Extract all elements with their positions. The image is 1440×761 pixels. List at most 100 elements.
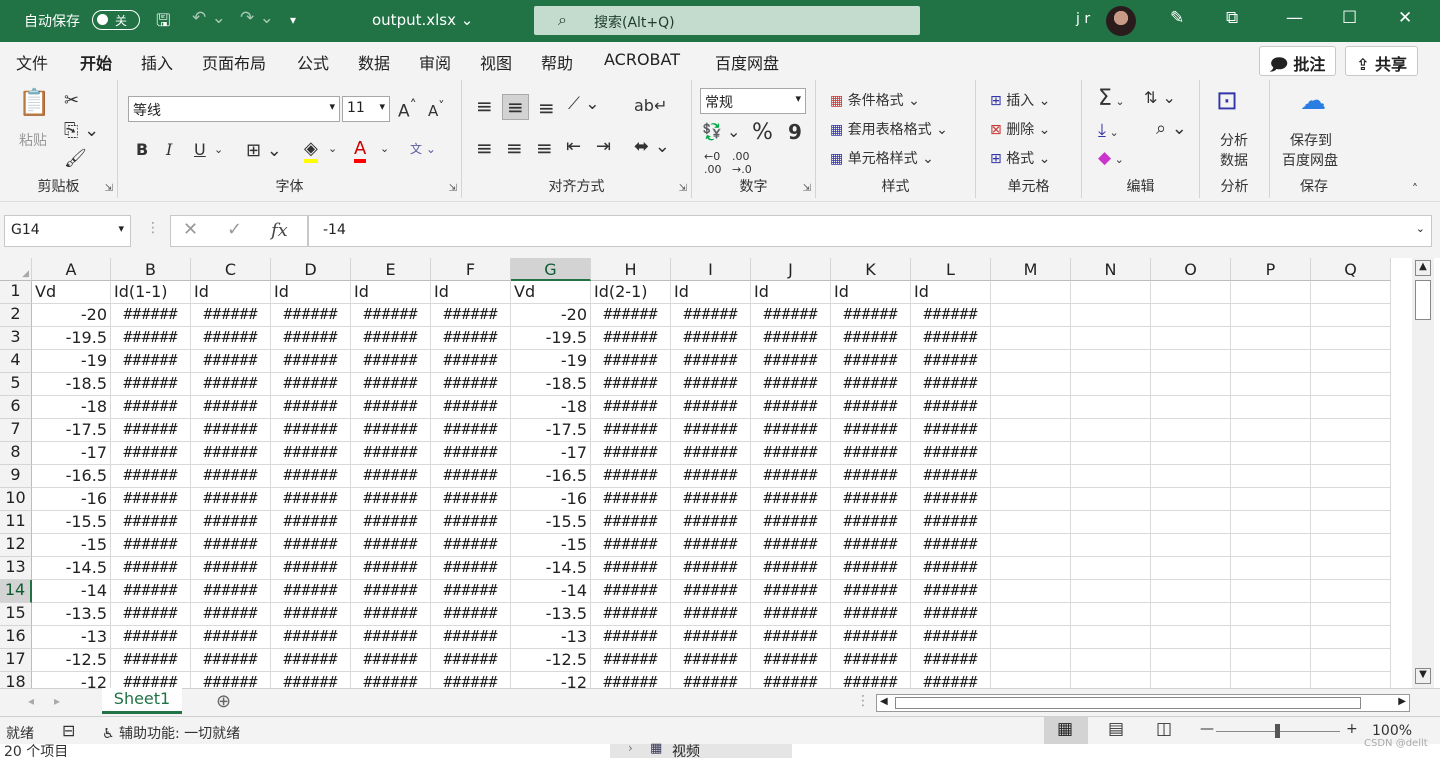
value-cell[interactable]: ###### bbox=[351, 534, 431, 557]
value-cell[interactable]: ###### bbox=[351, 603, 431, 626]
scroll-thumb[interactable] bbox=[1415, 280, 1431, 320]
cell[interactable] bbox=[991, 603, 1071, 626]
value-cell[interactable]: ###### bbox=[191, 396, 271, 419]
vd-cell[interactable]: -16 bbox=[32, 488, 111, 511]
value-cell[interactable]: ###### bbox=[671, 350, 751, 373]
value-cell[interactable]: ###### bbox=[271, 603, 351, 626]
cell[interactable] bbox=[991, 396, 1071, 419]
value-cell[interactable]: ###### bbox=[111, 304, 191, 327]
column-header[interactable]: P bbox=[1231, 258, 1311, 281]
cell[interactable] bbox=[1071, 442, 1151, 465]
chevron-down-icon[interactable]: ⌄ bbox=[328, 142, 337, 155]
value-cell[interactable]: ###### bbox=[431, 465, 511, 488]
cell[interactable] bbox=[1071, 488, 1151, 511]
cell[interactable] bbox=[991, 373, 1071, 396]
value-cell[interactable]: ###### bbox=[591, 419, 671, 442]
launcher-icon[interactable]: ⇲ bbox=[803, 183, 811, 194]
comma-button[interactable]: 9 bbox=[788, 120, 802, 144]
cell[interactable] bbox=[1311, 396, 1391, 419]
cell[interactable] bbox=[1071, 603, 1151, 626]
launcher-icon[interactable]: ⇲ bbox=[449, 183, 457, 194]
cell[interactable] bbox=[1151, 672, 1231, 688]
row-header[interactable]: 13 bbox=[0, 557, 32, 580]
horizontal-scrollbar[interactable]: ◀ ▶ bbox=[876, 694, 1410, 712]
cell[interactable] bbox=[1151, 327, 1231, 350]
cell[interactable] bbox=[1311, 350, 1391, 373]
cell[interactable] bbox=[1151, 488, 1231, 511]
value-cell[interactable]: ###### bbox=[671, 511, 751, 534]
value-cell[interactable]: ###### bbox=[831, 350, 911, 373]
redo-icon[interactable]: ↷ ⌄ bbox=[240, 8, 274, 28]
cell[interactable] bbox=[1231, 373, 1311, 396]
value-cell[interactable]: ###### bbox=[751, 672, 831, 688]
cell[interactable] bbox=[1071, 511, 1151, 534]
accessibility-status[interactable]: ♿ 辅助功能: 一切就绪 bbox=[102, 723, 240, 743]
value-cell[interactable]: ###### bbox=[751, 511, 831, 534]
cell[interactable] bbox=[1071, 281, 1151, 304]
value-cell[interactable]: ###### bbox=[831, 557, 911, 580]
column-header[interactable]: H bbox=[591, 258, 671, 281]
value-cell[interactable]: ###### bbox=[591, 442, 671, 465]
cell[interactable] bbox=[1071, 626, 1151, 649]
column-header[interactable]: L bbox=[911, 258, 991, 281]
row-header[interactable]: 10 bbox=[0, 488, 32, 511]
cell[interactable] bbox=[1311, 649, 1391, 672]
value-cell[interactable]: ###### bbox=[591, 373, 671, 396]
vd-cell[interactable]: -16 bbox=[511, 488, 591, 511]
value-cell[interactable]: ###### bbox=[351, 396, 431, 419]
increase-indent-icon[interactable]: ⇥ bbox=[596, 136, 611, 157]
scroll-right-icon[interactable]: ▶ bbox=[1398, 696, 1406, 707]
value-cell[interactable]: ###### bbox=[431, 373, 511, 396]
vd-cell[interactable]: -12 bbox=[511, 672, 591, 688]
cell[interactable] bbox=[1311, 488, 1391, 511]
cell[interactable] bbox=[1231, 557, 1311, 580]
header-cell[interactable]: Id bbox=[831, 281, 911, 304]
vd-cell[interactable]: -14.5 bbox=[32, 557, 111, 580]
cell[interactable] bbox=[1231, 419, 1311, 442]
tab-help[interactable]: 帮助 bbox=[541, 50, 573, 74]
vd-cell[interactable]: -18 bbox=[511, 396, 591, 419]
clear-icon[interactable]: ◆ ⌄ bbox=[1098, 148, 1124, 168]
vd-cell[interactable]: -13 bbox=[511, 626, 591, 649]
macro-record-icon[interactable]: ⊟ bbox=[62, 721, 75, 740]
value-cell[interactable]: ###### bbox=[831, 465, 911, 488]
insert-function-icon[interactable]: fx bbox=[271, 220, 288, 241]
value-cell[interactable]: ###### bbox=[111, 511, 191, 534]
value-cell[interactable]: ###### bbox=[191, 603, 271, 626]
value-cell[interactable]: ###### bbox=[431, 488, 511, 511]
row-header[interactable]: 18 bbox=[0, 672, 32, 688]
row-header[interactable]: 7 bbox=[0, 419, 32, 442]
cell[interactable] bbox=[1071, 419, 1151, 442]
wrap-text-icon[interactable]: ab↵ bbox=[634, 96, 667, 115]
value-cell[interactable]: ###### bbox=[591, 649, 671, 672]
value-cell[interactable]: ###### bbox=[351, 465, 431, 488]
cell[interactable] bbox=[1151, 649, 1231, 672]
header-cell[interactable]: Id(1-1) bbox=[111, 281, 191, 304]
value-cell[interactable]: ###### bbox=[911, 373, 991, 396]
increase-decimal-icon[interactable]: ←0.00 bbox=[704, 150, 722, 176]
value-cell[interactable]: ###### bbox=[191, 534, 271, 557]
value-cell[interactable]: ###### bbox=[591, 350, 671, 373]
value-cell[interactable]: ###### bbox=[751, 603, 831, 626]
row-header[interactable]: 8 bbox=[0, 442, 32, 465]
value-cell[interactable]: ###### bbox=[351, 488, 431, 511]
value-cell[interactable]: ###### bbox=[111, 396, 191, 419]
value-cell[interactable]: ###### bbox=[911, 534, 991, 557]
file-name[interactable]: output.xlsx ⌄ bbox=[372, 11, 473, 29]
vd-cell[interactable]: -12.5 bbox=[511, 649, 591, 672]
value-cell[interactable]: ###### bbox=[751, 396, 831, 419]
analyze-data-icon[interactable]: ⊡ bbox=[1216, 86, 1238, 116]
shrink-font-icon[interactable]: A˅ bbox=[428, 98, 445, 120]
decrease-decimal-icon[interactable]: .00 →.0 bbox=[732, 150, 752, 176]
value-cell[interactable]: ###### bbox=[671, 626, 751, 649]
value-cell[interactable]: ###### bbox=[831, 672, 911, 688]
value-cell[interactable]: ###### bbox=[271, 327, 351, 350]
cell[interactable] bbox=[1071, 672, 1151, 688]
value-cell[interactable]: ###### bbox=[431, 534, 511, 557]
cell[interactable] bbox=[1151, 511, 1231, 534]
cell[interactable] bbox=[991, 580, 1071, 603]
value-cell[interactable]: ###### bbox=[671, 396, 751, 419]
value-cell[interactable]: ###### bbox=[351, 649, 431, 672]
cell[interactable] bbox=[1231, 626, 1311, 649]
chevron-down-icon[interactable]: ⌄ bbox=[214, 143, 223, 156]
